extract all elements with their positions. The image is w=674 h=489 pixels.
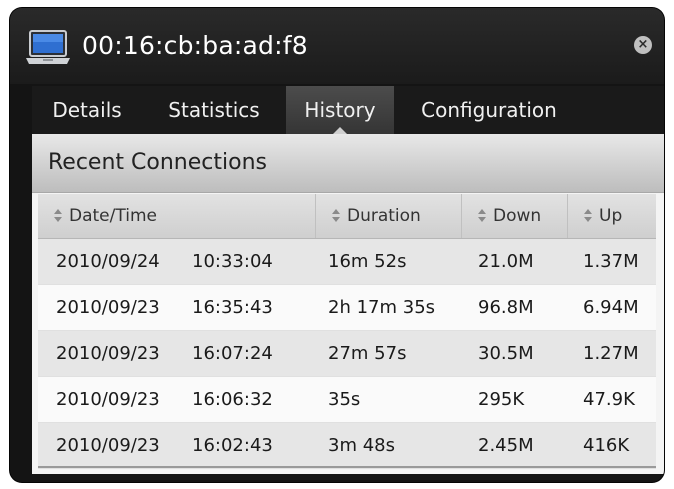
column-header-up[interactable]: Up — [568, 194, 656, 238]
cell-date: 2010/09/23 — [56, 389, 160, 410]
table-row[interactable]: 2010/09/23 16:07:24 27m 57s 30.5M 1.27M — [38, 331, 656, 377]
section-header: Recent Connections — [32, 134, 664, 193]
cell-duration: 3m 48s — [328, 435, 395, 456]
sort-icon — [478, 209, 487, 222]
table-row[interactable]: 2010/09/23 16:02:43 3m 48s 2.45M 416K — [38, 423, 656, 469]
table-row[interactable]: 2010/09/23 16:06:32 35s 295K 47.9K — [38, 377, 656, 423]
cell-up: 6.94M — [583, 297, 639, 318]
close-icon[interactable]: × — [634, 36, 652, 54]
title-bar: 00:16:cb:ba:ad:f8 × — [10, 8, 664, 84]
cell-down: 96.8M — [478, 297, 534, 318]
table-row[interactable]: 2010/09/24 10:33:04 16m 52s 21.0M 1.37M — [38, 239, 656, 285]
table-row[interactable]: 2010/09/23 16:35:43 2h 17m 35s 96.8M 6.9… — [38, 285, 656, 331]
column-label: Date/Time — [69, 206, 157, 226]
cell-duration: 35s — [328, 389, 361, 410]
cell-up: 1.27M — [583, 343, 639, 364]
cell-date: 2010/09/23 — [56, 343, 160, 364]
cell-time: 10:33:04 — [192, 251, 273, 272]
table-bottom-border — [38, 466, 656, 468]
history-panel: Recent Connections Date/Time Duration Do… — [32, 134, 664, 474]
cell-date: 2010/09/23 — [56, 297, 160, 318]
cell-up: 1.37M — [583, 251, 639, 272]
tab-details[interactable]: Details — [32, 86, 142, 134]
tab-configuration[interactable]: Configuration — [404, 86, 574, 134]
table-header: Date/Time Duration Down Up — [38, 194, 656, 239]
column-label: Up — [599, 206, 623, 226]
column-header-down[interactable]: Down — [462, 194, 568, 238]
column-header-duration[interactable]: Duration — [316, 194, 462, 238]
cell-down: 30.5M — [478, 343, 534, 364]
column-header-datetime[interactable]: Date/Time — [38, 194, 316, 238]
cell-duration: 2h 17m 35s — [328, 297, 436, 318]
tab-history[interactable]: History — [286, 86, 394, 135]
sort-icon — [54, 209, 63, 222]
tab-statistics[interactable]: Statistics — [144, 86, 284, 134]
column-label: Duration — [347, 206, 421, 226]
cell-duration: 27m 57s — [328, 343, 407, 364]
cell-date: 2010/09/23 — [56, 435, 160, 456]
tab-history-label: History — [304, 98, 376, 122]
column-label: Down — [493, 206, 542, 226]
cell-duration: 16m 52s — [328, 251, 407, 272]
cell-time: 16:02:43 — [192, 435, 273, 456]
device-window: 00:16:cb:ba:ad:f8 × Details Statistics H… — [10, 8, 664, 482]
cell-down: 295K — [478, 389, 525, 410]
cell-down: 21.0M — [478, 251, 534, 272]
window-title: 00:16:cb:ba:ad:f8 — [82, 31, 308, 60]
cell-time: 16:06:32 — [192, 389, 273, 410]
laptop-icon — [26, 30, 70, 64]
cell-up: 47.9K — [583, 389, 635, 410]
sort-icon — [332, 209, 341, 222]
cell-down: 2.45M — [478, 435, 534, 456]
sort-icon — [584, 209, 593, 222]
section-title: Recent Connections — [48, 150, 267, 175]
cell-time: 16:35:43 — [192, 297, 273, 318]
tab-bar: Details Statistics History Configuration — [32, 86, 664, 135]
cell-up: 416K — [583, 435, 630, 456]
cell-time: 16:07:24 — [192, 343, 273, 364]
cell-date: 2010/09/24 — [56, 251, 160, 272]
